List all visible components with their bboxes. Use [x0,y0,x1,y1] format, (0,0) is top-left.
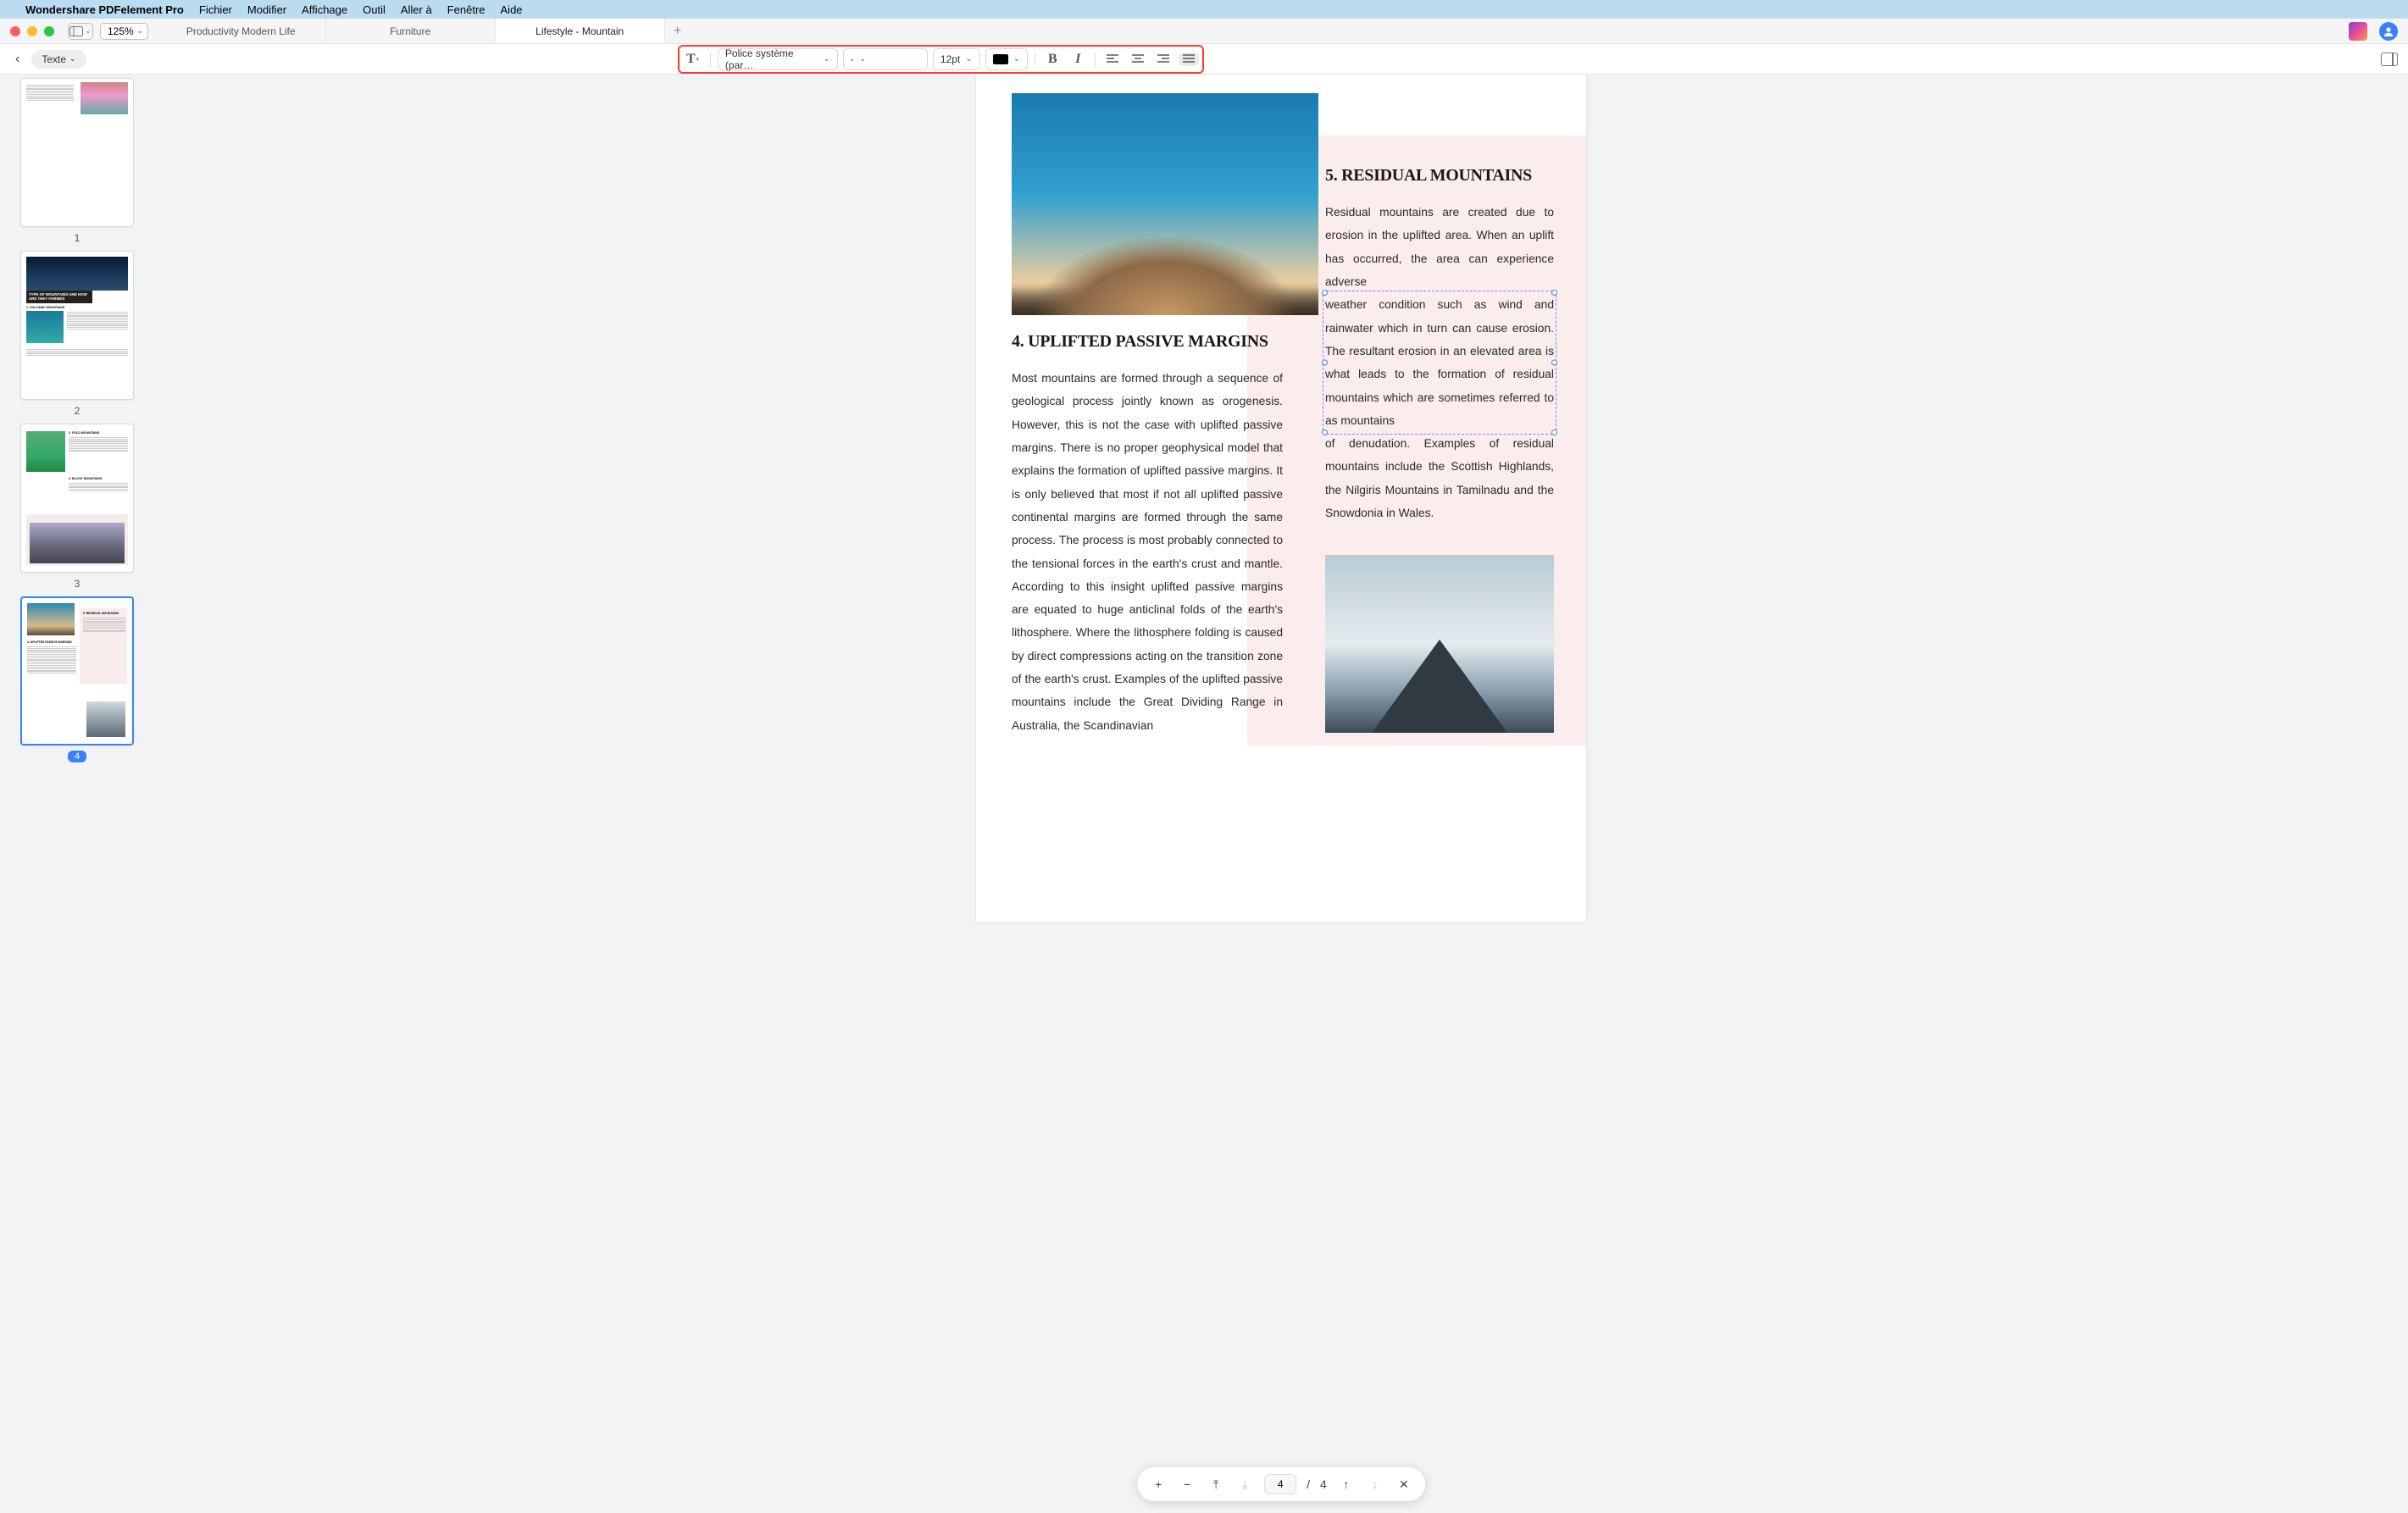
section-5-heading: 5. RESIDUAL MOUNTAINS [1325,166,1554,186]
add-tab-button[interactable]: + [665,19,691,43]
font-size-select[interactable]: 12pt [933,48,980,70]
align-right-icon[interactable] [1153,53,1173,66]
tab-productivity[interactable]: Productivity Modern Life [157,19,326,43]
separator [1095,52,1096,67]
thumb-number-current: 4 [68,751,86,762]
fullscreen-window-icon[interactable] [44,26,54,36]
document-viewport[interactable]: 4. UPLIFTED PASSIVE MARGINS Most mountai… [154,75,2408,1513]
document-page: 4. UPLIFTED PASSIVE MARGINS Most mountai… [976,75,1586,922]
minimize-window-icon[interactable] [27,26,37,36]
resize-handle-icon[interactable] [1322,290,1328,296]
left-column: 4. UPLIFTED PASSIVE MARGINS Most mountai… [1012,332,1283,737]
macos-menubar: Wondershare PDFelement Pro Fichier Modif… [0,0,2408,19]
hero-image [1012,93,1318,315]
total-pages: 4 [1320,1477,1327,1491]
thumb-page-3[interactable]: 2. FOLD MOUNTAINS 3. BLOCK MOUNTAINS [20,424,134,573]
traffic-lights [10,26,54,36]
section-5-body-b[interactable]: of denudation. Examples of residual moun… [1325,432,1554,524]
bold-button[interactable]: B [1042,52,1063,67]
text-format-group: T+ Police système (par… - 12pt B I [678,45,1204,74]
page-nav-bar: + − ⤒ ⤓ / 4 ↑ ↓ ✕ [1137,1467,1425,1501]
toolbar-right-group [2381,53,2398,66]
last-page-button[interactable]: ⤓ [1235,1477,1254,1492]
menu-modifier[interactable]: Modifier [247,3,286,16]
mode-texte-pill[interactable]: Texte⌄ [31,50,86,69]
thumb-item[interactable]: 1 [0,78,154,244]
sidebar-toggle-icon[interactable]: ⌄ [68,23,93,40]
zoom-in-button[interactable]: + [1149,1477,1168,1491]
section-5-body-a[interactable]: Residual mountains are created due to er… [1325,201,1554,293]
font-family-select[interactable]: Police système (par… [718,48,838,70]
font-color-select[interactable] [985,48,1028,70]
thumb-page-2[interactable]: TYPE OF MOUNTAINS AND HOWARE THEY FORMED… [20,251,134,400]
right-column: 5. RESIDUAL MOUNTAINS Residual mountains… [1325,166,1554,733]
menu-aller-a[interactable]: Aller à [401,3,432,16]
resize-handle-icon[interactable] [1551,360,1557,366]
thumbnail-panel[interactable]: 1 TYPE OF MOUNTAINS AND HOWARE THEY FORM… [0,75,154,1513]
app-brand-icon[interactable] [2349,22,2367,41]
add-text-icon[interactable]: T+ [683,52,703,67]
tab-lifestyle-mountain[interactable]: Lifestyle - Mountain [496,19,665,43]
menu-aide[interactable]: Aide [501,3,523,16]
thumb-number: 3 [75,578,80,590]
window-titlebar: ⌄ 125% Productivity Modern Life Furnitur… [0,19,2408,44]
next-page-button[interactable]: ↓ [1366,1477,1384,1491]
separator [710,52,711,67]
close-window-icon[interactable] [10,26,20,36]
menu-fichier[interactable]: Fichier [199,3,232,16]
resize-handle-icon[interactable] [1322,360,1328,366]
user-avatar-icon[interactable] [2379,22,2398,41]
italic-button[interactable]: I [1068,52,1088,67]
panel-toggle-icon[interactable] [2381,53,2398,66]
text-toolbar: ‹ Texte⌄ T+ Police système (par… - 12pt … [0,44,2408,75]
selected-text-block[interactable]: weather condition such as wind and rainw… [1325,293,1554,432]
font-style-select[interactable]: - [843,48,928,70]
thumb-number: 1 [75,232,80,244]
section-4-body[interactable]: Most mountains are formed through a sequ… [1012,367,1283,737]
current-page-input[interactable] [1264,1474,1296,1494]
thumb-page-1[interactable] [20,78,134,227]
page-separator: / [1307,1477,1310,1491]
section-4-heading: 4. UPLIFTED PASSIVE MARGINS [1012,332,1283,352]
document-tabs: Productivity Modern Life Furniture Lifes… [157,19,2349,43]
prev-page-button[interactable]: ↑ [1337,1477,1356,1491]
menu-fenetre[interactable]: Fenêtre [447,3,485,16]
menu-affichage[interactable]: Affichage [302,3,347,16]
main-area: 1 TYPE OF MOUNTAINS AND HOWARE THEY FORM… [0,75,2408,1513]
secondary-image [1325,555,1554,733]
color-swatch-icon [993,54,1008,64]
tab-furniture[interactable]: Furniture [326,19,496,43]
first-page-button[interactable]: ⤒ [1207,1477,1225,1492]
menu-outil[interactable]: Outil [363,3,386,16]
thumb-item[interactable]: TYPE OF MOUNTAINS AND HOWARE THEY FORMED… [0,251,154,417]
align-center-icon[interactable] [1128,53,1148,66]
zoom-select[interactable]: 125% [100,23,148,40]
thumb-item[interactable]: 2. FOLD MOUNTAINS 3. BLOCK MOUNTAINS 3 [0,424,154,590]
app-name[interactable]: Wondershare PDFelement Pro [25,3,184,16]
align-justify-icon[interactable] [1179,53,1199,66]
toolbar-back-button[interactable]: ‹ [10,52,25,67]
thumb-page-4[interactable]: 5. RESIDUAL MOUNTAINS 4. UPLIFTED PASSIV… [20,596,134,745]
thumb-item[interactable]: 5. RESIDUAL MOUNTAINS 4. UPLIFTED PASSIV… [0,596,154,762]
zoom-out-button[interactable]: − [1178,1477,1196,1491]
align-left-icon[interactable] [1102,53,1123,66]
close-nav-button[interactable]: ✕ [1395,1477,1413,1492]
thumb-number: 2 [75,405,80,417]
